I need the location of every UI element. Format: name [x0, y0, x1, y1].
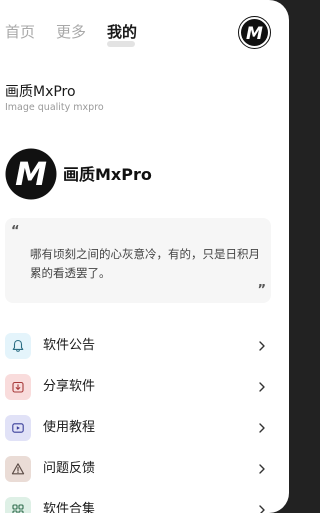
tab-home[interactable]: 首页	[5, 22, 35, 42]
app-subtitle: Image quality mxpro	[5, 102, 104, 113]
menu-item-label: 分享软件	[43, 379, 96, 394]
chevron-right-icon	[259, 423, 265, 433]
quote-card: “ 哪有顷刻之间的心灰意冷，有的，只是日积月累的看透罢了。 ”	[5, 218, 271, 303]
profile-logo: M	[5, 148, 57, 200]
menu-item-label: 软件公告	[43, 338, 96, 353]
profile-name: 画质MxPro	[63, 165, 152, 184]
chevron-right-icon	[259, 464, 265, 474]
video-icon	[5, 415, 31, 441]
menu-item-announcement[interactable]: 软件公告	[0, 326, 289, 367]
active-tab-indicator	[107, 41, 135, 47]
share-icon	[5, 374, 31, 400]
tab-mine[interactable]: 我的	[107, 22, 137, 42]
menu-item-label: 使用教程	[43, 420, 96, 435]
chevron-right-icon	[259, 505, 265, 513]
bell-icon	[5, 333, 31, 359]
menu-item-feedback[interactable]: 问题反馈	[0, 449, 289, 490]
apps-icon	[5, 497, 31, 513]
menu-item-collection[interactable]: 软件合集	[0, 490, 289, 513]
app-title: 画质MxPro	[5, 84, 76, 100]
menu-item-share[interactable]: 分享软件	[0, 367, 289, 408]
chevron-right-icon	[259, 341, 265, 351]
tab-more[interactable]: 更多	[56, 22, 86, 42]
mine-page: 首页 更多 我的 M 画质MxPro Image quality mxpro M…	[0, 0, 289, 513]
quote-text: 哪有顷刻之间的心灰意冷，有的，只是日积月累的看透罢了。	[30, 247, 260, 280]
avatar[interactable]: M	[238, 16, 271, 49]
close-quote-icon: ”	[257, 283, 266, 298]
menu-item-tutorial[interactable]: 使用教程	[0, 408, 289, 449]
avatar-letter: M	[246, 24, 263, 44]
top-tab-bar: 首页 更多 我的 M	[0, 0, 289, 56]
menu-item-label: 软件合集	[43, 502, 96, 513]
chevron-right-icon	[259, 382, 265, 392]
warning-icon	[5, 456, 31, 482]
menu-item-label: 问题反馈	[43, 461, 96, 476]
profile-logo-letter: M	[15, 155, 47, 193]
open-quote-icon: “	[11, 224, 20, 239]
